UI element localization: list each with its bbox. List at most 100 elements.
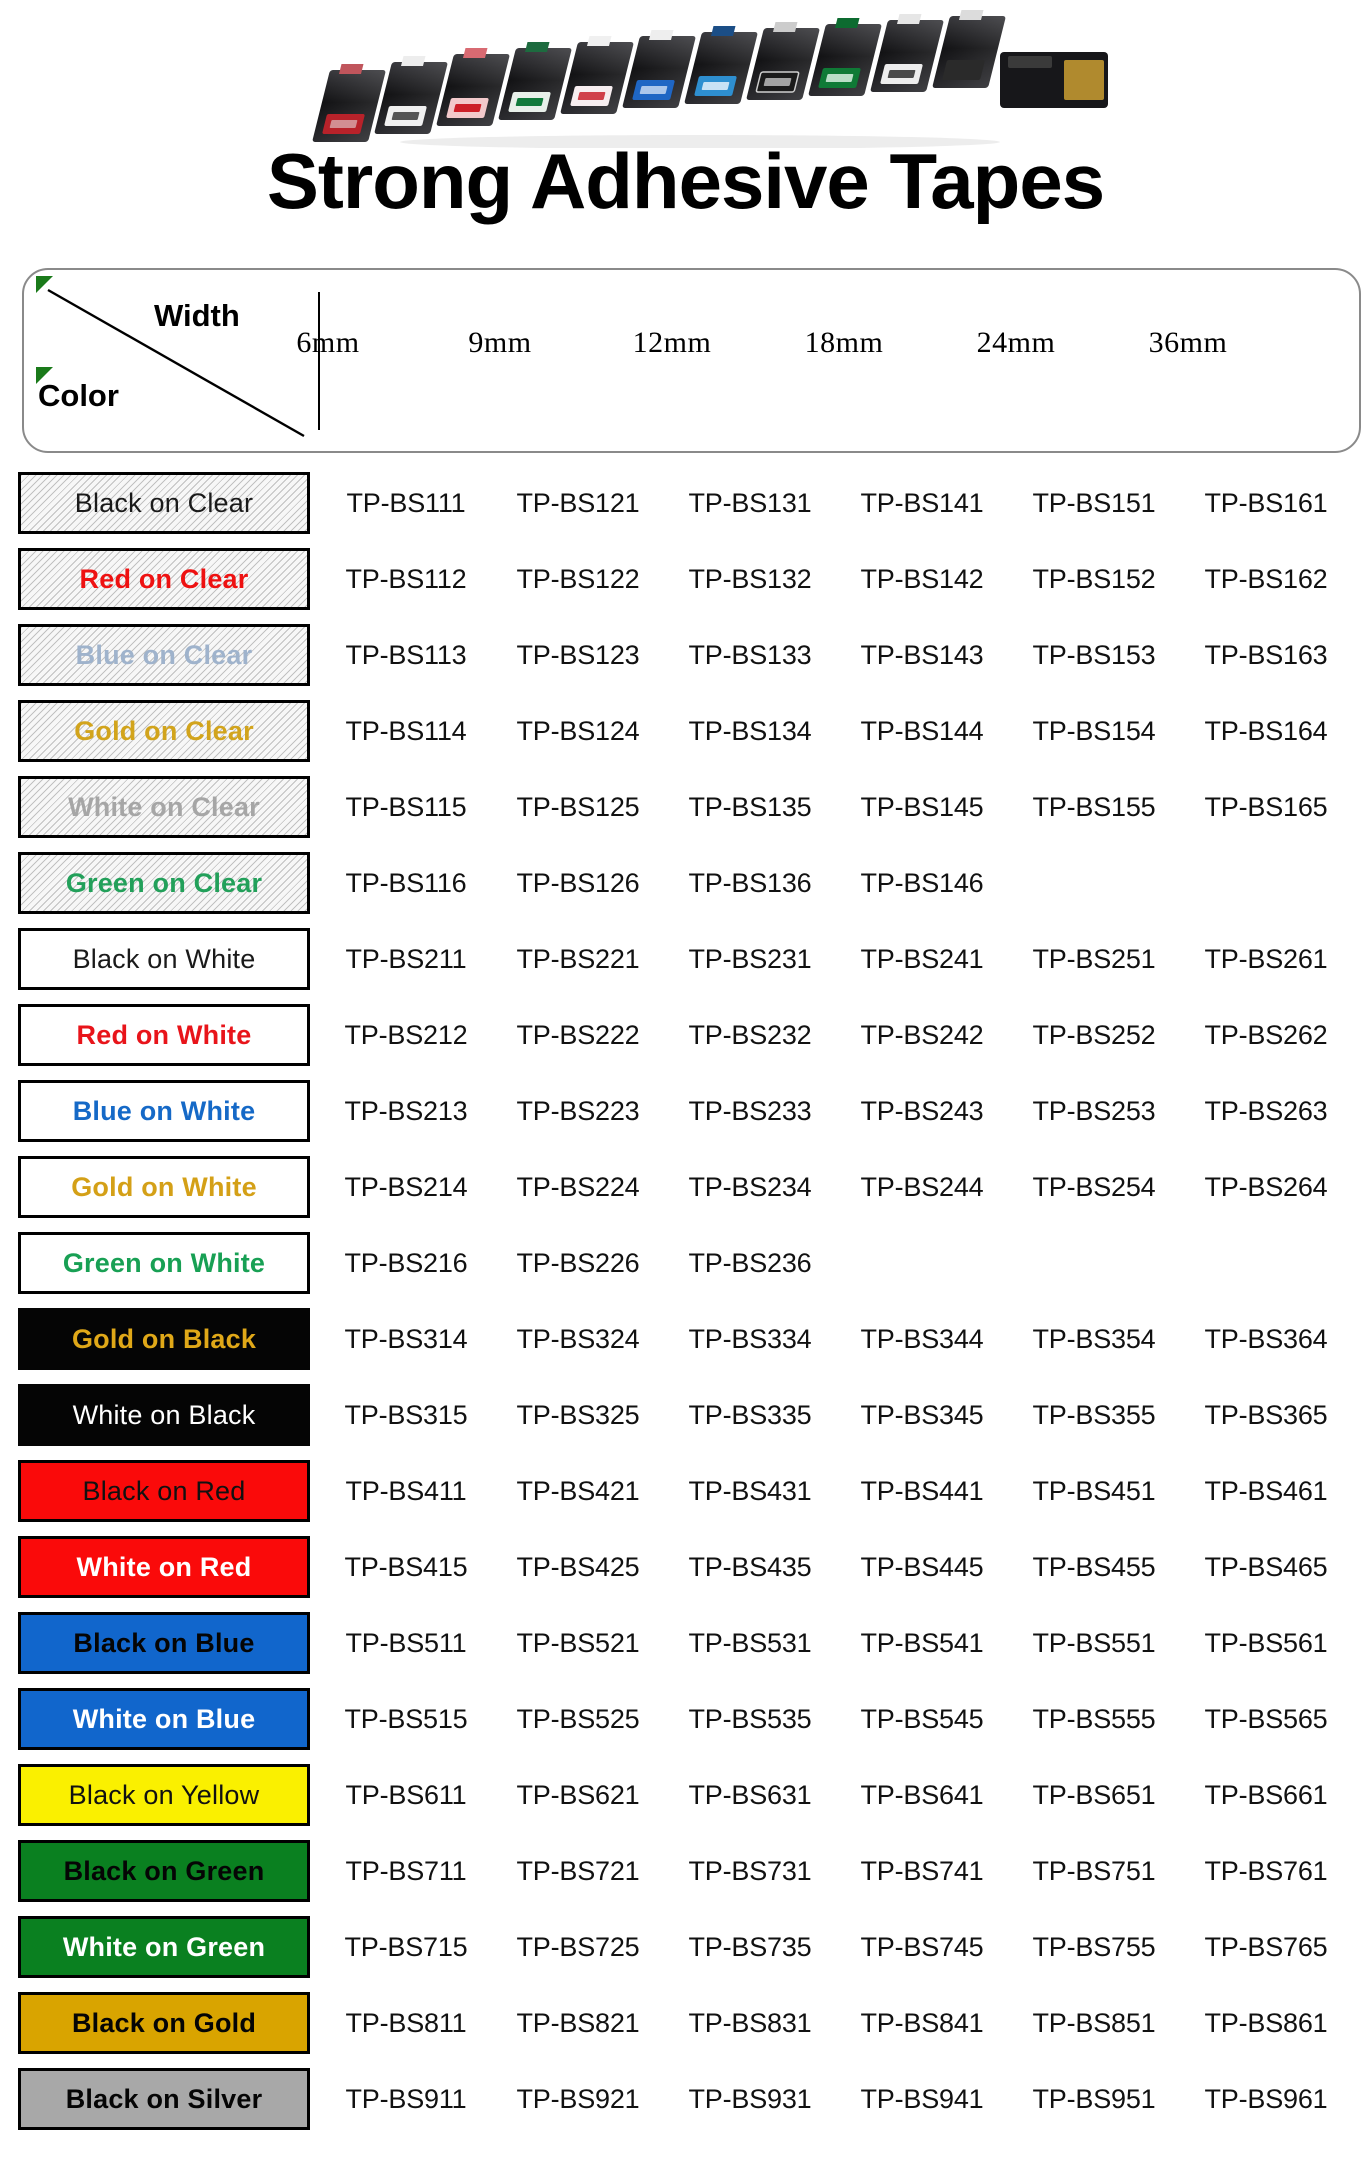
part-code-cell[interactable]: TP-BS221 (492, 944, 664, 975)
part-code-cell[interactable]: TP-BS264 (1180, 1172, 1352, 1203)
part-code-cell[interactable]: TP-BS224 (492, 1172, 664, 1203)
part-code-cell[interactable]: TP-BS115 (320, 792, 492, 823)
part-code-cell[interactable]: TP-BS253 (1008, 1096, 1180, 1127)
part-code-cell[interactable]: TP-BS231 (664, 944, 836, 975)
part-code-cell[interactable]: TP-BS144 (836, 716, 1008, 747)
part-code-cell[interactable]: TP-BS233 (664, 1096, 836, 1127)
part-code-cell[interactable]: TP-BS222 (492, 1020, 664, 1051)
part-code-cell[interactable]: TP-BS314 (320, 1324, 492, 1355)
part-code-cell[interactable]: TP-BS545 (836, 1704, 1008, 1735)
part-code-cell[interactable]: TP-BS163 (1180, 640, 1352, 671)
part-code-cell[interactable]: TP-BS151 (1008, 488, 1180, 519)
part-code-cell[interactable]: TP-BS721 (492, 1856, 664, 1887)
part-code-cell[interactable]: TP-BS531 (664, 1628, 836, 1659)
part-code-cell[interactable]: TP-BS155 (1008, 792, 1180, 823)
part-code-cell[interactable]: TP-BS611 (320, 1780, 492, 1811)
part-code-cell[interactable]: TP-BS324 (492, 1324, 664, 1355)
color-swatch[interactable]: White on Clear (18, 776, 310, 838)
part-code-cell[interactable]: TP-BS511 (320, 1628, 492, 1659)
part-code-cell[interactable]: TP-BS465 (1180, 1552, 1352, 1583)
part-code-cell[interactable]: TP-BS234 (664, 1172, 836, 1203)
part-code-cell[interactable]: TP-BS354 (1008, 1324, 1180, 1355)
part-code-cell[interactable]: TP-BS651 (1008, 1780, 1180, 1811)
part-code-cell[interactable]: TP-BS212 (320, 1020, 492, 1051)
part-code-cell[interactable]: TP-BS715 (320, 1932, 492, 1963)
color-swatch[interactable]: Gold on Clear (18, 700, 310, 762)
part-code-cell[interactable]: TP-BS152 (1008, 564, 1180, 595)
part-code-cell[interactable]: TP-BS116 (320, 868, 492, 899)
color-swatch[interactable]: Green on White (18, 1232, 310, 1294)
part-code-cell[interactable]: TP-BS232 (664, 1020, 836, 1051)
part-code-cell[interactable]: TP-BS515 (320, 1704, 492, 1735)
part-code-cell[interactable]: TP-BS535 (664, 1704, 836, 1735)
part-code-cell[interactable]: TP-BS263 (1180, 1096, 1352, 1127)
color-swatch[interactable]: Black on Clear (18, 472, 310, 534)
part-code-cell[interactable]: TP-BS661 (1180, 1780, 1352, 1811)
part-code-cell[interactable]: TP-BS731 (664, 1856, 836, 1887)
part-code-cell[interactable]: TP-BS226 (492, 1248, 664, 1279)
part-code-cell[interactable]: TP-BS641 (836, 1780, 1008, 1811)
part-code-cell[interactable]: TP-BS236 (664, 1248, 836, 1279)
part-code-cell[interactable]: TP-BS134 (664, 716, 836, 747)
part-code-cell[interactable]: TP-BS124 (492, 716, 664, 747)
part-code-cell[interactable]: TP-BS162 (1180, 564, 1352, 595)
part-code-cell[interactable]: TP-BS745 (836, 1932, 1008, 1963)
color-swatch[interactable]: Red on Clear (18, 548, 310, 610)
color-swatch[interactable]: Blue on White (18, 1080, 310, 1142)
part-code-cell[interactable]: TP-BS555 (1008, 1704, 1180, 1735)
part-code-cell[interactable]: TP-BS565 (1180, 1704, 1352, 1735)
part-code-cell[interactable]: TP-BS132 (664, 564, 836, 595)
part-code-cell[interactable]: TP-BS344 (836, 1324, 1008, 1355)
color-swatch[interactable]: Black on Green (18, 1840, 310, 1902)
part-code-cell[interactable]: TP-BS113 (320, 640, 492, 671)
part-code-cell[interactable]: TP-BS621 (492, 1780, 664, 1811)
color-swatch[interactable]: Gold on White (18, 1156, 310, 1218)
part-code-cell[interactable]: TP-BS951 (1008, 2084, 1180, 2115)
part-code-cell[interactable]: TP-BS254 (1008, 1172, 1180, 1203)
part-code-cell[interactable]: TP-BS153 (1008, 640, 1180, 671)
part-code-cell[interactable]: TP-BS141 (836, 488, 1008, 519)
part-code-cell[interactable]: TP-BS261 (1180, 944, 1352, 975)
color-swatch[interactable]: Blue on Clear (18, 624, 310, 686)
part-code-cell[interactable]: TP-BS243 (836, 1096, 1008, 1127)
part-code-cell[interactable]: TP-BS751 (1008, 1856, 1180, 1887)
part-code-cell[interactable]: TP-BS213 (320, 1096, 492, 1127)
part-code-cell[interactable]: TP-BS111 (320, 488, 492, 519)
part-code-cell[interactable]: TP-BS765 (1180, 1932, 1352, 1963)
part-code-cell[interactable]: TP-BS214 (320, 1172, 492, 1203)
part-code-cell[interactable]: TP-BS135 (664, 792, 836, 823)
part-code-cell[interactable]: TP-BS244 (836, 1172, 1008, 1203)
part-code-cell[interactable]: TP-BS421 (492, 1476, 664, 1507)
part-code-cell[interactable]: TP-BS445 (836, 1552, 1008, 1583)
part-code-cell[interactable]: TP-BS725 (492, 1932, 664, 1963)
part-code-cell[interactable]: TP-BS811 (320, 2008, 492, 2039)
part-code-cell[interactable]: TP-BS851 (1008, 2008, 1180, 2039)
color-swatch[interactable]: Green on Clear (18, 852, 310, 914)
part-code-cell[interactable]: TP-BS125 (492, 792, 664, 823)
part-code-cell[interactable]: TP-BS114 (320, 716, 492, 747)
part-code-cell[interactable]: TP-BS133 (664, 640, 836, 671)
part-code-cell[interactable]: TP-BS123 (492, 640, 664, 671)
part-code-cell[interactable]: TP-BS755 (1008, 1932, 1180, 1963)
part-code-cell[interactable]: TP-BS325 (492, 1400, 664, 1431)
part-code-cell[interactable]: TP-BS455 (1008, 1552, 1180, 1583)
part-code-cell[interactable]: TP-BS216 (320, 1248, 492, 1279)
part-code-cell[interactable]: TP-BS425 (492, 1552, 664, 1583)
part-code-cell[interactable]: TP-BS223 (492, 1096, 664, 1127)
part-code-cell[interactable]: TP-BS131 (664, 488, 836, 519)
part-code-cell[interactable]: TP-BS711 (320, 1856, 492, 1887)
part-code-cell[interactable]: TP-BS521 (492, 1628, 664, 1659)
color-swatch[interactable]: Black on Blue (18, 1612, 310, 1674)
part-code-cell[interactable]: TP-BS146 (836, 868, 1008, 899)
part-code-cell[interactable]: TP-BS365 (1180, 1400, 1352, 1431)
part-code-cell[interactable]: TP-BS451 (1008, 1476, 1180, 1507)
part-code-cell[interactable]: TP-BS251 (1008, 944, 1180, 975)
part-code-cell[interactable]: TP-BS142 (836, 564, 1008, 595)
part-code-cell[interactable]: TP-BS631 (664, 1780, 836, 1811)
part-code-cell[interactable]: TP-BS165 (1180, 792, 1352, 823)
part-code-cell[interactable]: TP-BS411 (320, 1476, 492, 1507)
part-code-cell[interactable]: TP-BS561 (1180, 1628, 1352, 1659)
part-code-cell[interactable]: TP-BS961 (1180, 2084, 1352, 2115)
color-swatch[interactable]: White on Red (18, 1536, 310, 1598)
color-swatch[interactable]: Black on Yellow (18, 1764, 310, 1826)
